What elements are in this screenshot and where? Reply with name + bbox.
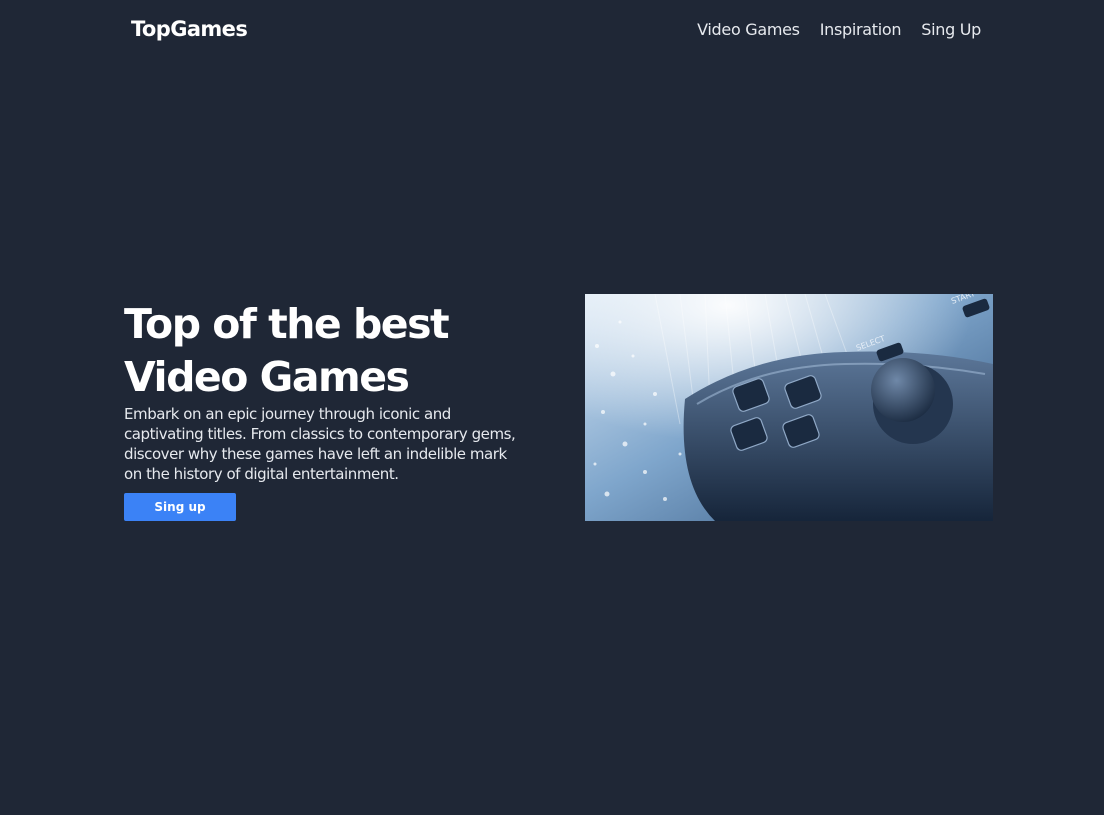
hero-title: Top of the best Video Games	[124, 298, 544, 404]
nav-link-sign-up[interactable]: Sing Up	[921, 20, 981, 39]
gamepad-image: SELECT START	[585, 294, 993, 521]
nav-links: Video Games Inspiration Sing Up	[697, 20, 981, 39]
hero-description: Embark on an epic journey through iconic…	[124, 405, 516, 483]
hero-title-line-1: Top of the best	[124, 300, 450, 348]
hero-image: SELECT START	[585, 294, 993, 521]
hero-text-section: Top of the best Video Games Embark on an…	[124, 298, 544, 521]
nav-link-video-games[interactable]: Video Games	[697, 20, 800, 39]
nav-link-inspiration[interactable]: Inspiration	[820, 20, 902, 39]
site-logo[interactable]: TopGames	[131, 17, 248, 41]
top-navbar: TopGames Video Games Inspiration Sing Up	[0, 0, 1104, 62]
sign-up-button[interactable]: Sing up	[124, 493, 236, 521]
hero-title-line-2: Video Games	[124, 353, 410, 401]
